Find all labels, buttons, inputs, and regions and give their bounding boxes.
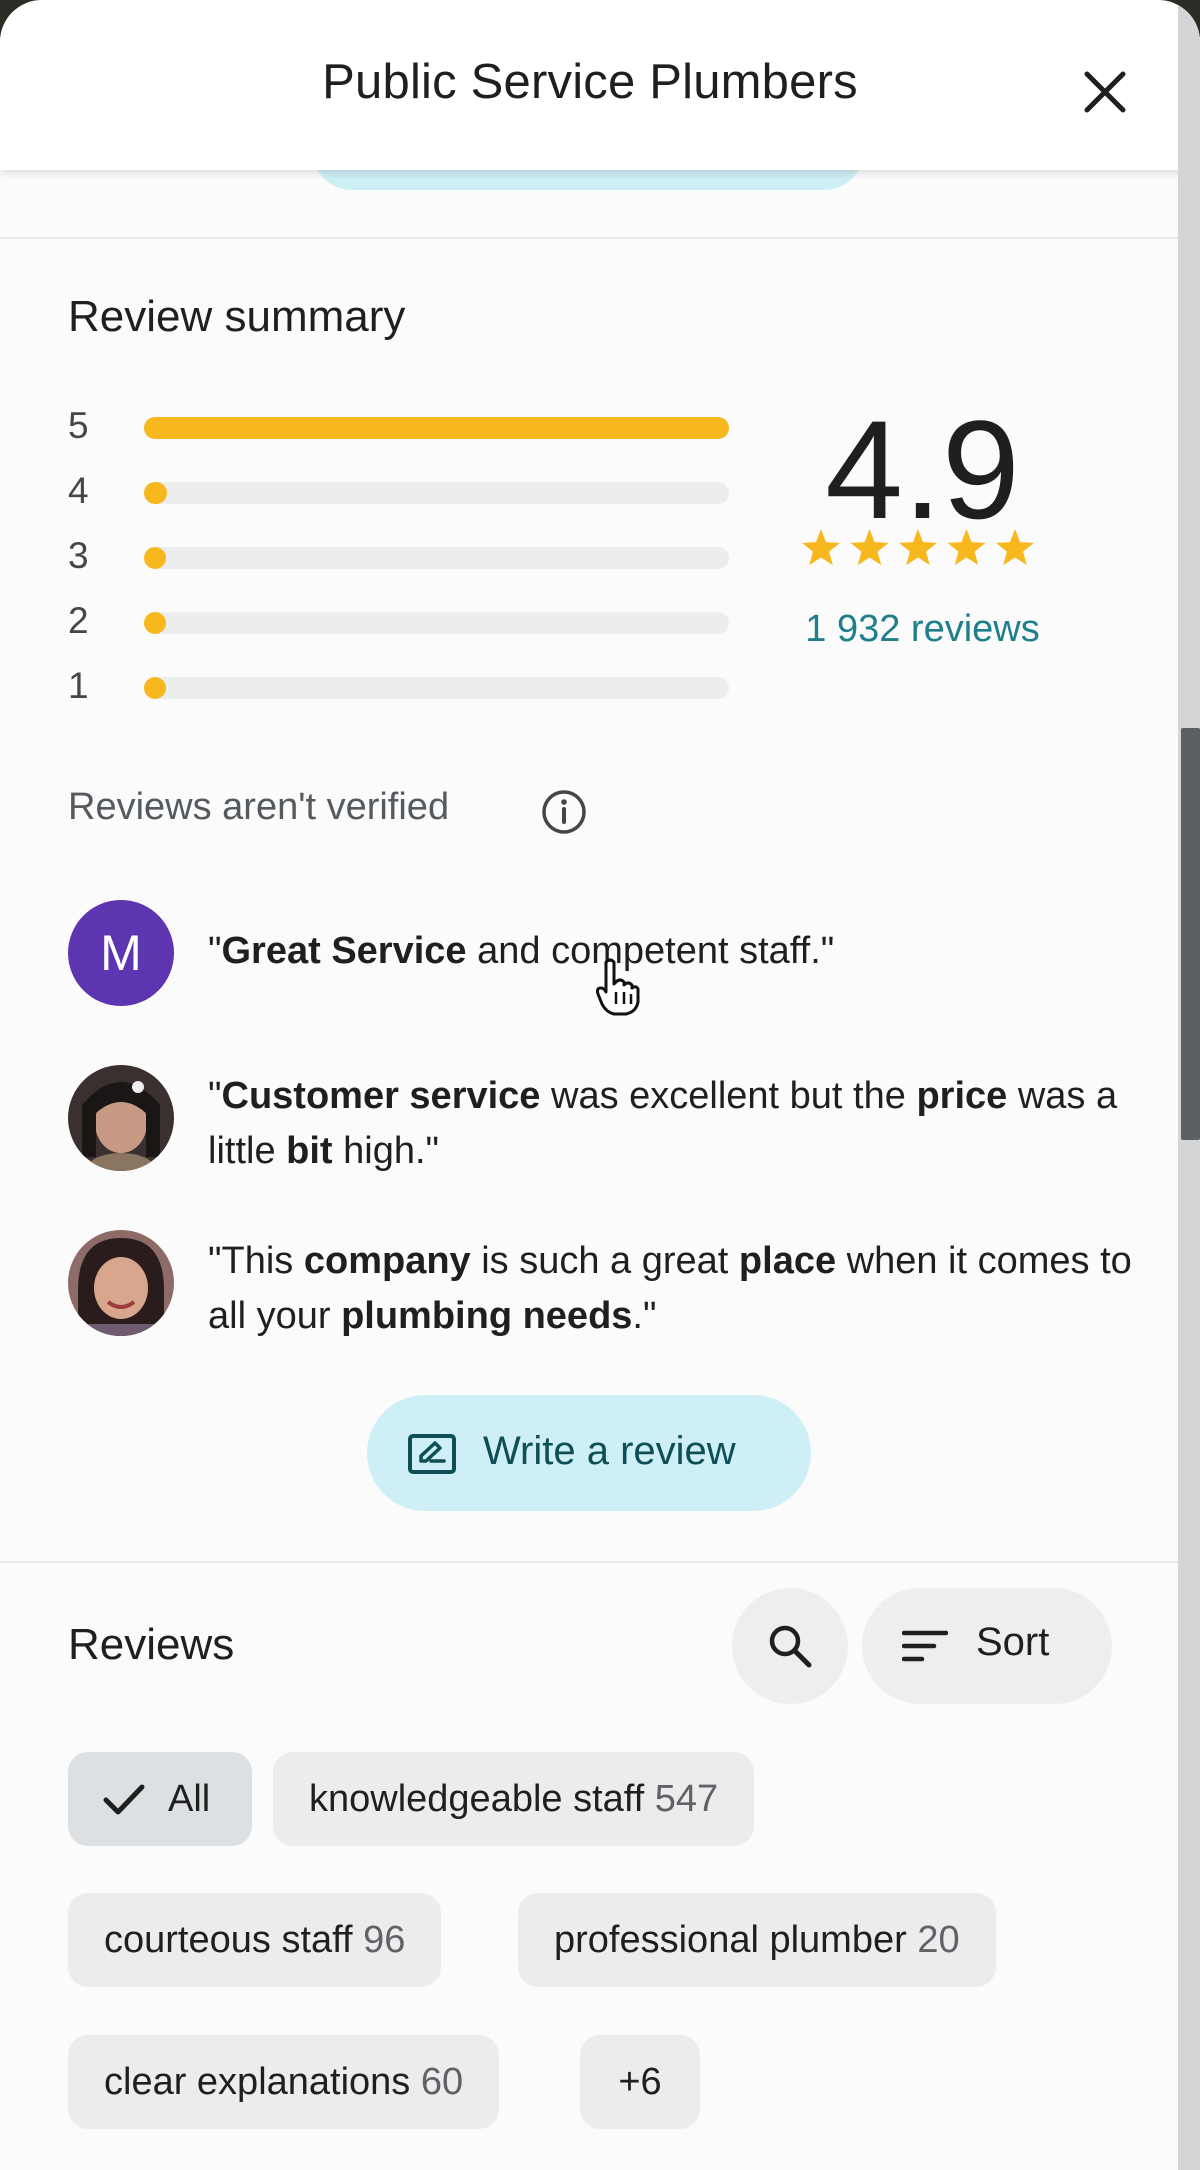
review-count-link[interactable]: 1 932 reviews: [760, 608, 1085, 651]
distribution-row: 5: [68, 405, 729, 446]
chip-courteous-staff[interactable]: courteous staff 96: [68, 1893, 442, 1987]
page-title: Public Service Plumbers: [322, 55, 858, 109]
snippet-keyword: company: [303, 1240, 471, 1282]
snippet-keyword: Great Service: [221, 930, 467, 972]
star-level: 2: [68, 600, 89, 641]
avatar: M: [68, 900, 174, 1006]
chip-clear-explanations[interactable]: clear explanations 60: [68, 2035, 500, 2129]
distribution-bar: [144, 482, 729, 504]
star-icon: [898, 529, 938, 566]
star-level: 3: [68, 535, 89, 576]
distribution-row: 2: [68, 600, 729, 641]
distribution-fill: [144, 417, 729, 439]
star-icon: [947, 529, 986, 566]
chip-knowledgeable-staff[interactable]: knowledgeable staff 547: [273, 1752, 755, 1846]
distribution-fill: [144, 612, 166, 634]
snippet-keyword: Customer service: [221, 1075, 541, 1117]
reviews-title: Reviews: [68, 1620, 235, 1669]
distribution-bar: [144, 547, 729, 569]
search-reviews-button[interactable]: [732, 1588, 848, 1704]
chip-professional-plumber[interactable]: professional plumber 20: [518, 1893, 996, 1987]
close-button[interactable]: [1060, 52, 1150, 132]
section-divider: [0, 1561, 1200, 1563]
chip-count: 96: [363, 1919, 406, 1961]
chip-count: 20: [917, 1919, 960, 1961]
snippet-keyword: plumbing needs: [341, 1295, 633, 1337]
star-rating: [801, 529, 1035, 566]
chip-more[interactable]: +6: [580, 2035, 700, 2129]
chip-label: knowledgeable staff: [309, 1778, 645, 1820]
distribution-row: 3: [68, 535, 729, 576]
snippet-fragment: .": [632, 1295, 657, 1337]
snippet-keyword: place: [738, 1240, 837, 1282]
distribution-fill: [144, 677, 166, 699]
unverified-note: Reviews aren't verified: [68, 786, 450, 828]
hand-cursor-icon: [596, 958, 640, 1016]
search-icon: [769, 1625, 812, 1668]
write-review-label: Write a review: [483, 1429, 736, 1473]
snippet-fragment: "This: [208, 1240, 304, 1282]
snippet-fragment: ": [208, 930, 222, 972]
chip-label: +6: [618, 2061, 662, 2103]
snippet-fragment: was excellent but the: [540, 1075, 917, 1117]
snippet-text: "Customer service was excellent but the …: [208, 1069, 1168, 1179]
star-icon: [850, 529, 889, 566]
distribution-row: 1: [68, 665, 729, 706]
snippet-text: "This company is such a great place when…: [208, 1234, 1168, 1344]
star-level: 5: [68, 405, 89, 446]
star-level: 4: [68, 470, 89, 511]
distribution-bar: [144, 677, 729, 699]
snippet-keyword: price: [916, 1075, 1008, 1117]
distribution-fill: [144, 547, 166, 569]
sort-icon: [902, 1630, 948, 1662]
write-review-button[interactable]: Write a review: [367, 1395, 811, 1511]
check-icon: [103, 1784, 145, 1815]
place-panel: Public Service Plumbers Review summary 5…: [0, 0, 1200, 2170]
average-rating: 4.9: [825, 391, 1020, 548]
chip-label: courteous staff: [104, 1919, 353, 1961]
panel-header: Public Service Plumbers: [0, 0, 1200, 170]
snippet-fragment: and competent staff.": [466, 930, 835, 972]
avatar: [68, 1230, 174, 1336]
review-summary-title: Review summary: [68, 292, 406, 341]
chip-count: 547: [654, 1778, 719, 1820]
distribution-bar: [144, 417, 729, 439]
sort-button[interactable]: Sort: [862, 1588, 1112, 1704]
distribution-bar: [144, 612, 729, 634]
avatar-photo: [68, 1230, 174, 1336]
distribution-row: 4: [68, 470, 729, 511]
scrollbar-thumb[interactable]: [1181, 728, 1200, 1140]
write-review-icon: [408, 1434, 456, 1474]
info-icon[interactable]: [540, 788, 588, 836]
close-icon: [1084, 71, 1126, 113]
chip-count: 60: [420, 2061, 464, 2103]
avatar-photo: [68, 1065, 174, 1171]
chip-all[interactable]: All: [68, 1752, 252, 1846]
avatar: [68, 1065, 174, 1171]
snippet-fragment: ": [208, 1075, 222, 1117]
snippet-text: "Great Service and competent staff.": [208, 924, 1168, 979]
snippet-keyword: bit: [286, 1130, 333, 1172]
chip-label: professional plumber: [554, 1919, 907, 1961]
snippet-fragment: high.": [332, 1130, 440, 1172]
star-icon: [995, 529, 1035, 566]
chip-label: clear explanations: [104, 2061, 411, 2103]
sort-label: Sort: [976, 1620, 1050, 1664]
star-level: 1: [68, 665, 89, 706]
section-divider: [0, 237, 1200, 239]
chip-label: All: [168, 1778, 211, 1820]
star-icon: [801, 529, 841, 566]
snippet-fragment: is such a great: [470, 1240, 739, 1282]
distribution-fill: [144, 482, 168, 504]
